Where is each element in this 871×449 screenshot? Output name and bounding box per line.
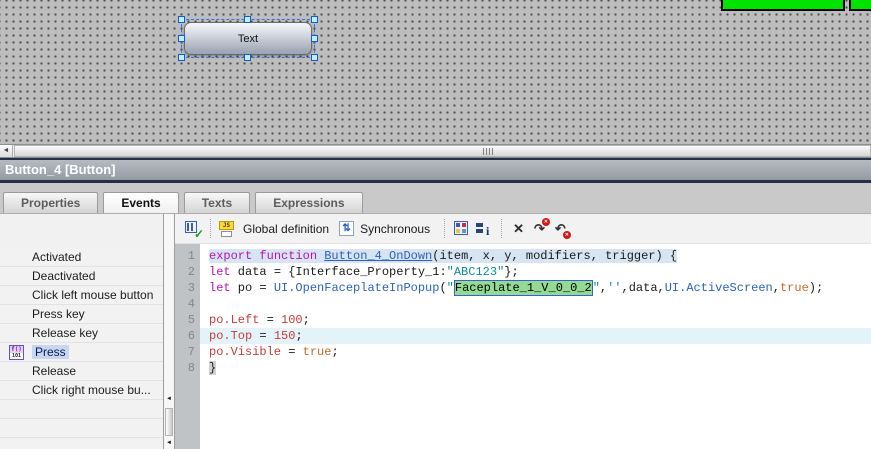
code-line-1[interactable]: export function Button_4_OnDown(item, x,… [209, 248, 871, 264]
selection-handle[interactable] [178, 16, 185, 23]
event-item-click-right-mouse-bu[interactable]: Click right mouse bu... [0, 381, 163, 400]
event-item-label: Release key [32, 326, 98, 340]
selection-handle[interactable] [178, 54, 185, 61]
event-list: Activated Deactivated Click left mouse but… [0, 214, 163, 449]
tab-texts[interactable]: Texts [184, 192, 250, 213]
inspector-tabs: PropertiesEvents TextsExpressions [0, 191, 871, 213]
event-item-press[interactable]: f()101 Press [0, 343, 163, 362]
inspector-title-bar: Button_4 [Button] [0, 158, 871, 183]
line-number: 4 [175, 296, 195, 312]
line-number: 7 [175, 344, 195, 360]
event-item-deactivated[interactable]: Deactivated [0, 267, 163, 286]
event-item-label: Click left mouse button [32, 288, 153, 302]
line-number: 8 [175, 360, 195, 376]
code-line-4[interactable] [209, 296, 871, 312]
code-line-3[interactable]: let po = UI.OpenFaceplateInPopup("Facepl… [209, 280, 871, 296]
selection-handle[interactable] [311, 16, 318, 23]
selection-handle[interactable] [311, 54, 318, 61]
tab-expressions[interactable]: Expressions [255, 192, 362, 213]
event-item-press-key[interactable]: Press key [0, 305, 163, 324]
inspector-body: Activated Deactivated Click left mouse but… [0, 213, 871, 449]
rename-reference-icon[interactable]: i [475, 220, 493, 238]
svg-text:i: i [486, 224, 490, 238]
selection-handle[interactable] [178, 35, 185, 42]
green-screen-element[interactable] [849, 0, 871, 11]
event-item-release-key[interactable]: Release key [0, 324, 163, 343]
line-number-gutter: 12345678 [175, 244, 200, 449]
event-item-label: Release [32, 364, 76, 378]
event-item-release[interactable]: Release [0, 362, 163, 381]
error-badge-icon: ✕ [563, 231, 571, 239]
code-line-7[interactable]: po.Visible = true; [209, 344, 871, 360]
canvas-horizontal-scrollbar[interactable]: ◄ [0, 145, 871, 158]
line-number: 1 [175, 248, 195, 264]
splitter-thumb[interactable] [165, 408, 173, 436]
global-definition-label: Global definition [243, 222, 329, 236]
redo-error-icon[interactable]: ↶ ✕ [555, 221, 566, 237]
script-toolbar: ✓ JS Global definition ⇅ Synchronous [175, 214, 871, 244]
tab-properties[interactable]: Properties [3, 192, 98, 213]
event-item-label: Deactivated [32, 269, 95, 283]
scrollbar-thumb[interactable] [14, 145, 871, 157]
selection-handle[interactable] [311, 35, 318, 42]
scroll-left-button[interactable]: ◄ [0, 145, 13, 157]
toolbar-separator [210, 219, 211, 238]
green-screen-element[interactable] [721, 0, 845, 11]
undo-error-icon[interactable]: ↷ ✕ [534, 221, 545, 237]
scrollbar-grip-icon [483, 148, 494, 155]
selection-handle[interactable] [244, 16, 251, 23]
line-number: 5 [175, 312, 195, 328]
global-definition-icon[interactable]: JS [219, 220, 237, 238]
selection-handle[interactable] [244, 54, 251, 61]
design-canvas[interactable]: Text [0, 0, 871, 145]
event-item-click-left-mouse-button[interactable]: Click left mouse button [0, 286, 163, 305]
code-area: 12345678 export function Button_4_OnDown… [175, 244, 871, 449]
selection-box[interactable]: Text [181, 19, 315, 58]
script-editor-pane: ✓ JS Global definition ⇅ Synchronous [175, 214, 871, 449]
splitter-collapse-icon[interactable]: ◄ [164, 396, 174, 402]
code-line-5[interactable]: po.Left = 100; [209, 312, 871, 328]
code-line-2[interactable]: let data = {Interface_Property_1:"ABC123… [209, 264, 871, 280]
snippets-icon[interactable] [453, 220, 471, 238]
apply-script-icon[interactable]: ✓ [184, 220, 202, 238]
synchronous-label: Synchronous [360, 222, 430, 236]
event-item-label: Click right mouse bu... [32, 383, 151, 397]
event-item-label: Press key [32, 307, 85, 321]
error-badge-icon: ✕ [542, 218, 550, 226]
splitter-collapse-icon[interactable]: ◄ [164, 440, 174, 446]
line-number: 3 [175, 280, 195, 296]
tab-events[interactable]: Events [103, 192, 178, 213]
page-title: Button_4 [Button] [5, 162, 115, 177]
check-icon: ✓ [194, 227, 204, 241]
event-item-activated[interactable]: Activated [0, 248, 163, 267]
event-item-label: Press [32, 345, 69, 359]
line-number: 2 [175, 264, 195, 280]
code-line-8[interactable]: } [209, 360, 871, 376]
line-number: 6 [175, 328, 195, 344]
code-editor[interactable]: export function Button_4_OnDown(item, x,… [200, 244, 871, 449]
delete-icon[interactable]: ✕ [513, 221, 524, 237]
code-line-6[interactable]: po.Top = 150; [200, 328, 871, 344]
synchronous-toggle-icon[interactable]: ⇅ [339, 221, 354, 236]
event-item-label: Activated [32, 250, 81, 264]
pane-splitter[interactable]: ◄ ◄ [163, 214, 175, 449]
hmi-text-button[interactable]: Text [184, 22, 312, 55]
toolbar-separator [501, 219, 502, 238]
script-function-icon: f()101 [9, 345, 24, 360]
toolbar-separator [444, 219, 445, 238]
hmi-editor-window: Text ◄ Button_4 [Button] PropertiesEvent… [0, 0, 871, 449]
